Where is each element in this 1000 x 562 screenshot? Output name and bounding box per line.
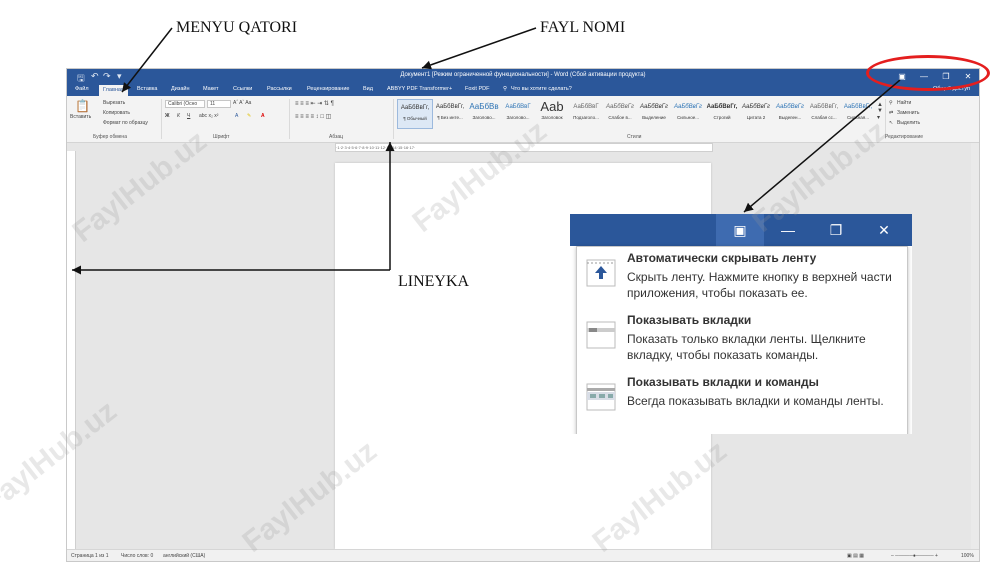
annotation-arrows bbox=[72, 27, 901, 275]
arrow-menu-row bbox=[121, 27, 173, 93]
arrow-file-name bbox=[421, 27, 537, 70]
